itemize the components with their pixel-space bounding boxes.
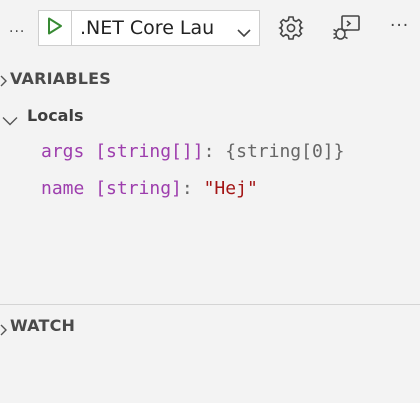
variable-type: [string] <box>95 178 182 199</box>
more-actions-button[interactable]: ··· <box>390 16 409 36</box>
variable-type: [string[]] <box>95 141 204 162</box>
views-overflow-button[interactable]: ... <box>9 20 25 36</box>
variable-value: {string[0]} <box>225 141 345 162</box>
variable-value: "Hej" <box>203 178 258 199</box>
variable-colon: : <box>203 141 215 162</box>
variable-name: args <box>41 141 85 162</box>
locals-label: Locals <box>27 106 84 125</box>
launch-config-label: .NET Core Lau <box>80 17 215 39</box>
gear-icon[interactable] <box>278 15 304 45</box>
launch-configuration-picker: .NET Core Lau <box>38 10 260 46</box>
variable-row[interactable]: args [string[]]: {string[0]} <box>41 141 344 162</box>
chevron-right-icon[interactable] <box>0 322 8 341</box>
variables-section-header[interactable]: VARIABLES <box>10 69 111 88</box>
chevron-down-icon <box>237 23 251 42</box>
chevron-right-icon[interactable] <box>0 73 8 92</box>
start-debugging-button[interactable] <box>39 11 72 45</box>
play-icon <box>47 17 63 39</box>
variable-name: name <box>41 178 85 199</box>
launch-config-select[interactable]: .NET Core Lau <box>72 11 259 45</box>
watch-section-header[interactable]: WATCH <box>10 316 75 335</box>
chevron-down-icon <box>2 111 18 130</box>
section-divider <box>0 304 420 305</box>
locals-scope-row[interactable]: Locals <box>0 103 420 129</box>
variable-row[interactable]: name [string]: "Hej" <box>41 178 258 199</box>
debug-toolbar: ... .NET Core Lau ··· <box>0 0 420 58</box>
variable-colon: : <box>181 178 193 199</box>
debug-console-icon[interactable] <box>332 14 362 46</box>
